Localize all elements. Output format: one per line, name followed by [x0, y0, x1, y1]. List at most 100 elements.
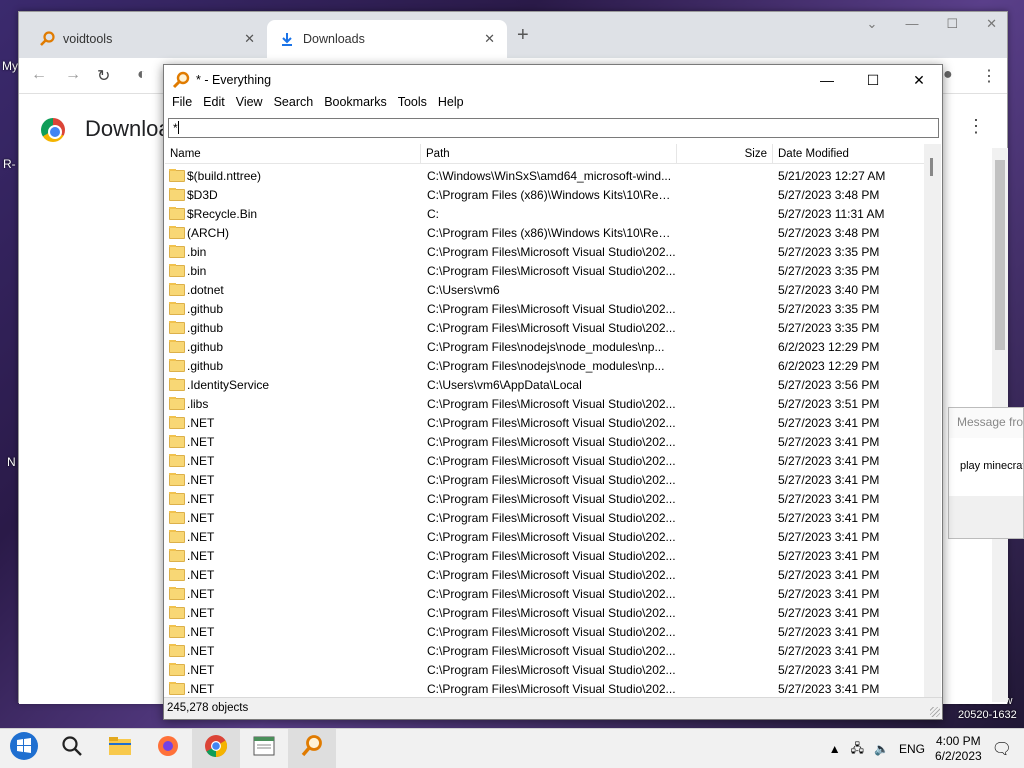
minimize-button[interactable]: — [804, 65, 850, 95]
menu-icon[interactable]: ⋮ [981, 66, 997, 86]
table-row[interactable]: .bin C:\Program Files\Microsoft Visual St… [165, 261, 926, 280]
scroll-thumb[interactable] [995, 160, 1005, 350]
cell-name: .NET [165, 586, 422, 601]
table-row[interactable]: .bin C:\Program Files\Microsoft Visual St… [165, 242, 926, 261]
table-row[interactable]: .NET C:\Program Files\Microsoft Visual St… [165, 584, 926, 603]
table-row[interactable]: (ARCH) C:\Program Files (x86)\Windows Kit… [165, 223, 926, 242]
menu-bookmarks[interactable]: Bookmarks [324, 95, 393, 115]
column-header-name[interactable]: Name [165, 144, 421, 163]
folder-icon [169, 225, 185, 239]
table-row[interactable]: .NET C:\Program Files\Microsoft Visual St… [165, 546, 926, 565]
file-explorer-button[interactable] [96, 729, 144, 768]
menu-help[interactable]: Help [438, 95, 470, 115]
folder-icon [169, 301, 185, 315]
table-row[interactable]: $D3D C:\Program Files (x86)\Windows Kits\… [165, 185, 926, 204]
search-button[interactable] [48, 729, 96, 768]
table-row[interactable]: $Recycle.Bin C: 5/27/2023 11:31 AM [165, 204, 926, 223]
table-row[interactable]: .github C:\Program Files\nodejs\node_modu… [165, 337, 926, 356]
more-icon[interactable]: ⋮ [967, 116, 985, 137]
table-row[interactable]: .dotnet C:\Users\vm6 5/27/2023 3:40 PM [165, 280, 926, 299]
folder-icon [169, 681, 185, 695]
minimize-button[interactable]: — [905, 16, 918, 32]
table-row[interactable]: .NET C:\Program Files\Microsoft Visual St… [165, 432, 926, 451]
table-row[interactable]: .github C:\Program Files\Microsoft Visual… [165, 318, 926, 337]
menu-search[interactable]: Search [274, 95, 320, 115]
volume-icon[interactable]: 🔈 [874, 742, 889, 756]
maximize-button[interactable]: ☐ [946, 16, 958, 32]
reload-icon[interactable]: ↻ [97, 66, 110, 86]
cell-date: 5/27/2023 3:41 PM [778, 491, 880, 506]
table-row[interactable]: .NET C:\Program Files\Microsoft Visual St… [165, 451, 926, 470]
search-input[interactable]: * [168, 118, 939, 138]
firefox-button[interactable] [144, 729, 192, 768]
tab-voidtools[interactable]: voidtools ✕ [27, 20, 267, 58]
column-header-size[interactable]: Size [677, 144, 773, 163]
column-header-path[interactable]: Path [421, 144, 677, 163]
folder-icon [169, 662, 185, 676]
folder-icon [169, 206, 185, 220]
tab-downloads[interactable]: Downloads ✕ [267, 20, 507, 58]
table-row[interactable]: .NET C:\Program Files\Microsoft Visual St… [165, 603, 926, 622]
file-name: .github [187, 320, 224, 335]
file-name: $(build.nttree) [187, 168, 262, 183]
cell-path: C:\Program Files\Microsoft Visual Studio… [427, 529, 676, 544]
menu-file[interactable]: File [172, 95, 198, 115]
menu-view[interactable]: View [236, 95, 269, 115]
clock[interactable]: 4:00 PM 6/2/2023 [935, 734, 982, 764]
chevron-down-icon[interactable]: ⌄ [867, 16, 878, 32]
table-row[interactable]: .IdentityService C:\Users\vm6\AppData\Loc… [165, 375, 926, 394]
site-info-icon[interactable]: ◐ [137, 66, 147, 84]
close-button[interactable]: ✕ [896, 65, 942, 95]
text-caret [177, 121, 179, 134]
table-row[interactable]: .NET C:\Program Files\Microsoft Visual St… [165, 470, 926, 489]
file-name: .NET [187, 567, 215, 582]
table-row[interactable]: .github C:\Program Files\nodejs\node_modu… [165, 356, 926, 375]
cell-date: 5/27/2023 3:41 PM [778, 624, 880, 639]
table-row[interactable]: .NET C:\Program Files\Microsoft Visual St… [165, 622, 926, 641]
language-indicator[interactable]: ENG [899, 742, 925, 756]
profile-icon[interactable]: ● [943, 66, 953, 84]
chevron-up-icon[interactable]: ▲ [829, 742, 841, 756]
cell-date: 5/27/2023 3:56 PM [778, 377, 880, 392]
column-header-date[interactable]: Date Modified [773, 144, 926, 163]
new-tab-button[interactable]: + [517, 24, 529, 47]
back-icon[interactable]: ← [31, 66, 47, 84]
resize-grip[interactable] [930, 707, 940, 717]
cell-date: 5/27/2023 3:41 PM [778, 415, 880, 430]
forward-icon[interactable]: → [65, 66, 81, 84]
results-scrollbar[interactable] [924, 144, 941, 697]
maximize-button[interactable]: ☐ [850, 65, 896, 95]
cell-date: 5/27/2023 3:41 PM [778, 510, 880, 525]
table-row[interactable]: .github C:\Program Files\Microsoft Visual… [165, 299, 926, 318]
cell-date: 5/27/2023 3:41 PM [778, 643, 880, 658]
table-row[interactable]: .NET C:\Program Files\Microsoft Visual St… [165, 489, 926, 508]
cell-date: 5/27/2023 3:40 PM [778, 282, 880, 297]
table-row[interactable]: .NET C:\Program Files\Microsoft Visual St… [165, 641, 926, 660]
close-icon[interactable]: ✕ [244, 31, 255, 47]
close-icon[interactable]: ✕ [484, 31, 495, 47]
table-row[interactable]: $(build.nttree) C:\Windows\WinSxS\amd64_m… [165, 166, 926, 185]
table-row[interactable]: .NET C:\Program Files\Microsoft Visual St… [165, 413, 926, 432]
table-row[interactable]: .NET C:\Program Files\Microsoft Visual St… [165, 508, 926, 527]
menu-edit[interactable]: Edit [203, 95, 231, 115]
file-name: .NET [187, 529, 215, 544]
table-row[interactable]: .libs C:\Program Files\Microsoft Visual S… [165, 394, 926, 413]
cell-date: 5/27/2023 3:41 PM [778, 453, 880, 468]
network-icon[interactable]: 🖧 [851, 739, 864, 760]
chrome-button[interactable] [192, 728, 240, 768]
results-list: $(build.nttree) C:\Windows\WinSxS\amd64_m… [165, 166, 926, 697]
everything-button[interactable] [288, 728, 336, 768]
file-name: .NET [187, 681, 215, 696]
close-button[interactable]: ✕ [986, 16, 997, 32]
start-button[interactable] [0, 729, 48, 768]
scroll-thumb[interactable] [930, 158, 933, 176]
notepad-button[interactable] [240, 729, 288, 768]
table-row[interactable]: .NET C:\Program Files\Microsoft Visual St… [165, 679, 926, 697]
folder-icon [169, 548, 185, 562]
menu-tools[interactable]: Tools [398, 95, 433, 115]
notification-icon[interactable]: 🗨 [992, 739, 1012, 759]
folder-icon [169, 187, 185, 201]
table-row[interactable]: .NET C:\Program Files\Microsoft Visual St… [165, 527, 926, 546]
table-row[interactable]: .NET C:\Program Files\Microsoft Visual St… [165, 660, 926, 679]
table-row[interactable]: .NET C:\Program Files\Microsoft Visual St… [165, 565, 926, 584]
